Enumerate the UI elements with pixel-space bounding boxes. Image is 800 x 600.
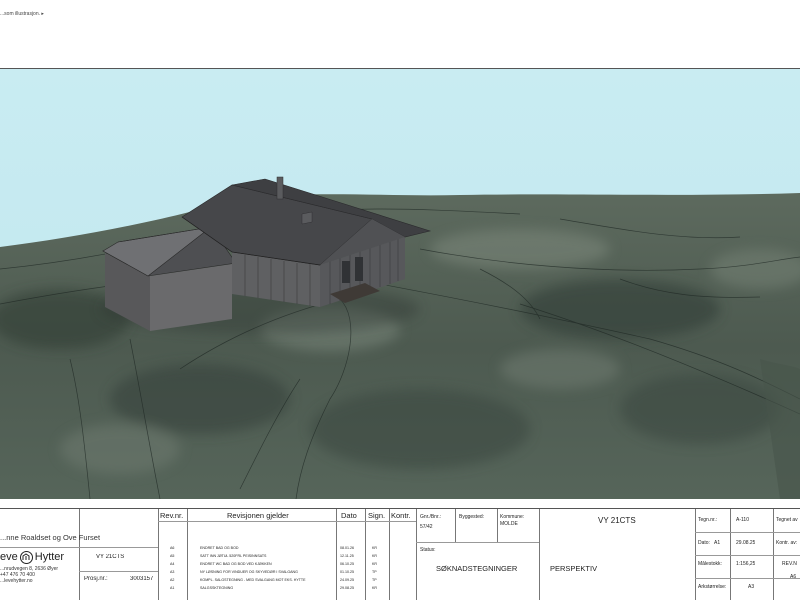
dato-label: Dato: <box>698 540 710 546</box>
logo-text-right: Hytter <box>34 551 65 563</box>
divider <box>416 509 417 600</box>
company-logo: eve Hytter <box>0 550 64 564</box>
malestokk-label: Målestokk: <box>698 561 722 567</box>
revision-row: A3 NY LØSNING FOR VINDUER OG SKYVEDØR I … <box>170 570 377 574</box>
revision-row: A6 ENDRET BAD OG BOD 08.01.26 KR <box>170 546 377 550</box>
divider <box>539 509 540 600</box>
perspective-view <box>0 69 800 499</box>
revision-row: A4 ENDRET WC BAD OG BOD VED KJØKKEN 06.1… <box>170 562 377 566</box>
divider <box>79 571 158 572</box>
drawing-type: PERSPEKTIV <box>550 564 598 573</box>
ark-label: Arkstørrelse: <box>698 584 727 590</box>
tegn-label: Tegn.nr.: <box>698 517 718 523</box>
title-block: ...nne Roaldset og Ove Furset eve Hytter… <box>0 508 800 600</box>
byggested-label: Byggested: <box>459 514 485 520</box>
gnr-label: Gnr./Bnr.: <box>420 514 442 520</box>
revision-row: A5 SATT INN JØTUL 520FRL PEISINNSATS 12.… <box>170 554 377 558</box>
project-no-label: Prosj.nr.: <box>84 576 108 582</box>
drawing-title: VY 21CTS <box>598 516 636 525</box>
gnr-value: 57/42 <box>420 524 433 530</box>
tegnet-label: Tegnet av <box>776 517 798 523</box>
divider <box>79 509 80 600</box>
divider <box>416 542 539 543</box>
logo-text-left: eve <box>0 551 18 563</box>
divider <box>455 509 456 542</box>
revn-value: A6 <box>790 574 797 580</box>
status-label: Status: <box>420 547 436 553</box>
divider <box>497 509 498 542</box>
annex-building <box>102 226 237 331</box>
tegn-value: A-110 <box>736 517 749 523</box>
malestokk-value: 1:156,25 <box>736 561 756 567</box>
rev-header-no: Rev.nr. <box>160 511 184 520</box>
divider <box>0 547 158 548</box>
client-names: ...nne Roaldset og Ove Furset <box>0 533 101 542</box>
divider <box>158 521 416 522</box>
revision-row: A2 KOMPL. SALGSTEGNING - MED SVALGANG MO… <box>170 578 377 582</box>
divider <box>695 578 800 579</box>
logo-icon <box>19 550 33 564</box>
revn-label: REV.N <box>782 561 797 567</box>
company-web: ...levehytter.no <box>0 578 33 584</box>
rev-header-control: Kontr. <box>391 511 411 520</box>
revision-row: A1 SALGSSKTEGNING 29.08.25 KR <box>170 586 377 590</box>
rev-header-sign: Sign. <box>368 511 386 520</box>
chimney <box>276 176 284 200</box>
project-name: VY 21CTS <box>96 554 125 560</box>
ark-value: A3 <box>748 584 755 590</box>
status-value: SØKNADSTEGNINGER <box>436 564 518 573</box>
kontr-label: Kontr. av: <box>776 540 798 546</box>
dato-value: 29.08.25 <box>736 540 756 546</box>
rev-header-description: Revisjonen gjelder <box>227 511 289 520</box>
kommune-label: Kommune: <box>500 514 525 520</box>
rev-header-date: Dato <box>341 511 357 520</box>
divider <box>695 532 800 533</box>
divider <box>695 555 800 556</box>
kommune-value: MOLDE <box>500 521 518 527</box>
company-contact: ...nrudvegen 8, 2636 Øyer +47 476 70 400… <box>0 566 58 584</box>
dato-size: A1 <box>714 540 721 546</box>
top-note: ...som illustrasjon. ▸ <box>0 11 44 17</box>
project-no: 3003157 <box>130 576 154 582</box>
